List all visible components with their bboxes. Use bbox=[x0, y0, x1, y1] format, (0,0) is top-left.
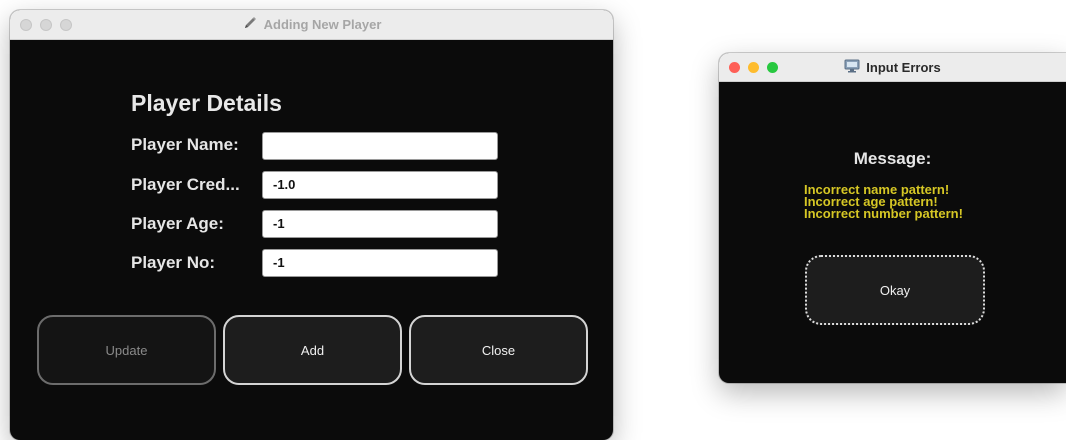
error-window-title-text: Input Errors bbox=[866, 59, 941, 75]
error-titlebar[interactable]: Input Errors bbox=[719, 53, 1066, 82]
window-controls bbox=[20, 10, 72, 39]
main-titlebar[interactable]: Adding New Player bbox=[10, 10, 613, 40]
player-name-input[interactable] bbox=[262, 132, 498, 160]
message-heading: Message: bbox=[853, 149, 932, 168]
player-details-heading: Player Details bbox=[131, 90, 282, 116]
player-credit-label: Player Cred... bbox=[131, 175, 240, 194]
zoom-window-button[interactable] bbox=[60, 18, 72, 31]
monitor-icon bbox=[844, 59, 860, 76]
input-errors-window: Input Errors Message: Incorrect name pat… bbox=[719, 53, 1066, 383]
error-minimize-window-button[interactable] bbox=[748, 61, 759, 73]
player-number-input[interactable]: -1 bbox=[262, 249, 498, 277]
player-name-label: Player Name: bbox=[131, 135, 239, 154]
main-window-title: Adding New Player bbox=[242, 15, 382, 34]
error-window-controls bbox=[729, 53, 778, 81]
okay-button[interactable]: Okay bbox=[805, 255, 985, 325]
error-window-title: Input Errors bbox=[844, 59, 941, 76]
error-zoom-window-button[interactable] bbox=[767, 61, 778, 73]
close-window-button[interactable] bbox=[20, 18, 32, 31]
error-list: Incorrect name pattern! Incorrect age pa… bbox=[804, 183, 963, 221]
player-number-label: Player No: bbox=[131, 253, 216, 272]
minimize-window-button[interactable] bbox=[40, 18, 52, 31]
player-age-input[interactable]: -1 bbox=[262, 210, 498, 238]
close-button[interactable]: Close bbox=[409, 315, 588, 385]
error-line: Incorrect number pattern! bbox=[804, 206, 963, 221]
error-close-window-button[interactable] bbox=[729, 61, 740, 73]
add-button[interactable]: Add bbox=[223, 315, 402, 385]
player-age-label: Player Age: bbox=[131, 214, 224, 233]
main-window-title-text: Adding New Player bbox=[263, 17, 382, 32]
update-button[interactable]: Update bbox=[37, 315, 216, 385]
player-credit-input[interactable]: -1.0 bbox=[262, 171, 498, 199]
add-player-window: Adding New Player Player Details Player … bbox=[10, 10, 613, 440]
pencil-icon bbox=[242, 15, 258, 34]
